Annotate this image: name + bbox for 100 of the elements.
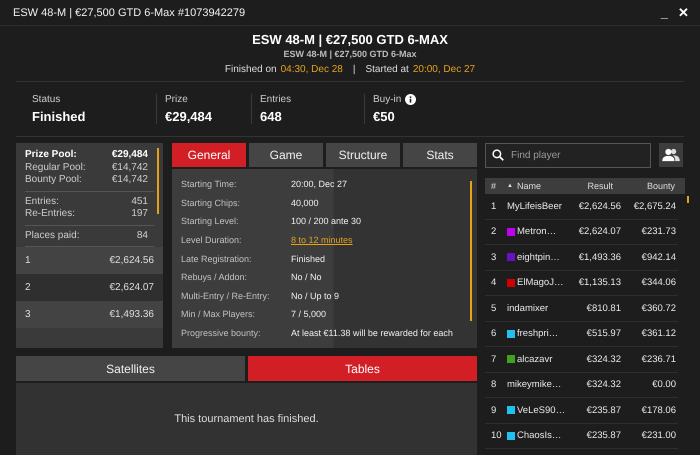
player-name: ElMagoJ… bbox=[517, 277, 564, 288]
search-field[interactable]: Find player bbox=[485, 143, 651, 168]
bounty-cell-text: €178.06 bbox=[640, 404, 676, 416]
close-button[interactable]: ✕ bbox=[675, 5, 692, 20]
bounty-cell-text: €360.72 bbox=[640, 302, 676, 314]
tournament-subtitle: ESW 48-M | €27,500 GTD 6-Max bbox=[283, 49, 417, 59]
scrollbar[interactable] bbox=[470, 181, 472, 321]
player-name: freshpri… bbox=[517, 328, 558, 340]
column-header[interactable]: Name bbox=[517, 181, 569, 191]
rank-cell-text: 9 bbox=[490, 404, 498, 416]
result-cell-text: €2,624.07 bbox=[578, 226, 621, 238]
place-prize: €2,624.07 bbox=[110, 282, 154, 293]
bounty-cell-text: €236.71 bbox=[640, 354, 676, 365]
bounty-cell-text: €0.00 bbox=[651, 379, 676, 390]
detail-label: Starting Level: bbox=[180, 216, 240, 226]
prize-value: €29,484 bbox=[112, 149, 148, 162]
result-cell-text: €1,135.13 bbox=[578, 277, 621, 288]
player-name: indamixer bbox=[507, 302, 548, 314]
player-name: MyLifeisBeer bbox=[507, 200, 562, 212]
player-name: Metron… bbox=[517, 226, 556, 238]
column-header[interactable]: # bbox=[485, 181, 507, 191]
separator: | bbox=[352, 64, 356, 75]
stat-value: €29,484 bbox=[165, 109, 213, 124]
result-cell-text: €810.81 bbox=[586, 302, 621, 314]
player-name: VeLeS90… bbox=[517, 404, 566, 416]
finished-message: This tournament has finished. bbox=[174, 413, 319, 425]
bounty-cell-text: €344.06 bbox=[640, 277, 676, 288]
rank-cell-text: 2 bbox=[490, 226, 498, 238]
finished-time: 04:30, Dec 28 bbox=[280, 64, 343, 75]
stat-value: €50 bbox=[373, 109, 396, 124]
tab[interactable]: Structure bbox=[326, 143, 400, 167]
stat-label: Entries bbox=[260, 94, 292, 105]
stat-label: Status bbox=[32, 94, 60, 105]
minimize-button[interactable]: _ bbox=[658, 5, 671, 20]
started-time: 20:00, Dec 27 bbox=[412, 64, 476, 75]
tab[interactable]: Stats bbox=[403, 143, 477, 167]
prize-label: Regular Pool: bbox=[25, 162, 86, 174]
player-name: ChaosIs… bbox=[517, 430, 562, 442]
prize-label: Re-Entries: bbox=[25, 208, 76, 220]
stat-label: Prize bbox=[165, 94, 188, 105]
rank-cell-text: 8 bbox=[490, 379, 498, 390]
rank-cell-text: 6 bbox=[490, 328, 498, 340]
place-number: 2 bbox=[25, 282, 31, 293]
bounty-cell-text: €942.14 bbox=[640, 252, 676, 263]
result-cell-text: €235.87 bbox=[586, 404, 621, 416]
result-cell-text: €324.32 bbox=[586, 354, 621, 365]
result-cell-text: €1,493.36 bbox=[578, 252, 621, 263]
detail-label: Level Duration: bbox=[180, 235, 243, 246]
prize-value: €14,742 bbox=[112, 162, 148, 174]
scrollbar[interactable] bbox=[157, 148, 159, 214]
rank-cell-text: 7 bbox=[490, 354, 498, 365]
rank-cell-text: 3 bbox=[490, 252, 498, 263]
result-cell-text: €235.87 bbox=[586, 430, 621, 442]
prize-label: Entries: bbox=[25, 196, 59, 208]
player-name: eightpin… bbox=[517, 252, 560, 263]
tab[interactable]: General bbox=[172, 143, 246, 167]
started-label: Started at bbox=[365, 64, 409, 75]
tab[interactable]: Game bbox=[249, 143, 323, 167]
detail-value: 7 / 5,000 bbox=[291, 309, 326, 320]
rank-cell-text: 10 bbox=[490, 430, 503, 442]
column-header[interactable]: Result bbox=[569, 181, 613, 191]
info-icon[interactable] bbox=[405, 94, 416, 105]
detail-value: At least €11.38 will be rewarded for each bbox=[291, 328, 453, 338]
place-number: 1 bbox=[25, 255, 31, 266]
detail-label: Starting Chips: bbox=[180, 198, 242, 208]
result-cell-text: €324.32 bbox=[586, 379, 621, 390]
place-prize: €1,493.36 bbox=[110, 309, 154, 320]
bounty-cell-text: €361.12 bbox=[640, 328, 676, 340]
detail-value: 100 / 200 ante 30 bbox=[291, 216, 362, 226]
prize-value: 84 bbox=[136, 230, 148, 242]
bounty-cell-text: €231.00 bbox=[640, 430, 676, 442]
players-button[interactable] bbox=[659, 143, 683, 167]
column-header[interactable]: Bounty bbox=[613, 181, 677, 191]
detail-label: Rebuys / Addon: bbox=[180, 272, 248, 282]
prize-value: 197 bbox=[131, 208, 148, 220]
detail-value: No / Up to 9 bbox=[291, 290, 340, 301]
detail-label: Multi-Entry / Re-Entry: bbox=[180, 290, 271, 301]
search-icon bbox=[492, 149, 504, 161]
prize-value: 451 bbox=[131, 196, 148, 208]
prize-label: Prize Pool: bbox=[25, 149, 77, 162]
result-cell-text: €515.97 bbox=[586, 328, 621, 340]
bounty-cell-text: €231.73 bbox=[640, 226, 676, 238]
detail-value: 20:00, Dec 27 bbox=[291, 179, 348, 190]
scrollbar[interactable] bbox=[687, 196, 689, 203]
player-name: mikeymike… bbox=[507, 379, 562, 390]
player-name: alcazavr bbox=[517, 354, 552, 365]
tournament-title: ESW 48-M | €27,500 GTD 6-MAX bbox=[252, 32, 448, 47]
rank-cell-text: 4 bbox=[490, 277, 498, 288]
detail-value: No / No bbox=[291, 272, 322, 282]
tab[interactable]: Tables bbox=[248, 356, 477, 381]
prize-label: Bounty Pool: bbox=[25, 174, 82, 186]
detail-label: Min / Max Players: bbox=[180, 309, 256, 320]
detail-label: Late Registration: bbox=[180, 254, 253, 264]
prize-value: €14,742 bbox=[112, 174, 148, 186]
detail-value: 40,000 bbox=[291, 198, 319, 208]
stat-label: Buy-in bbox=[373, 94, 402, 105]
detail-link[interactable]: 8 to 12 minutes bbox=[291, 235, 353, 246]
detail-label: Progressive bounty: bbox=[180, 328, 262, 338]
finished-label: Finished on bbox=[224, 64, 277, 75]
tab[interactable]: Satellites bbox=[16, 356, 245, 381]
